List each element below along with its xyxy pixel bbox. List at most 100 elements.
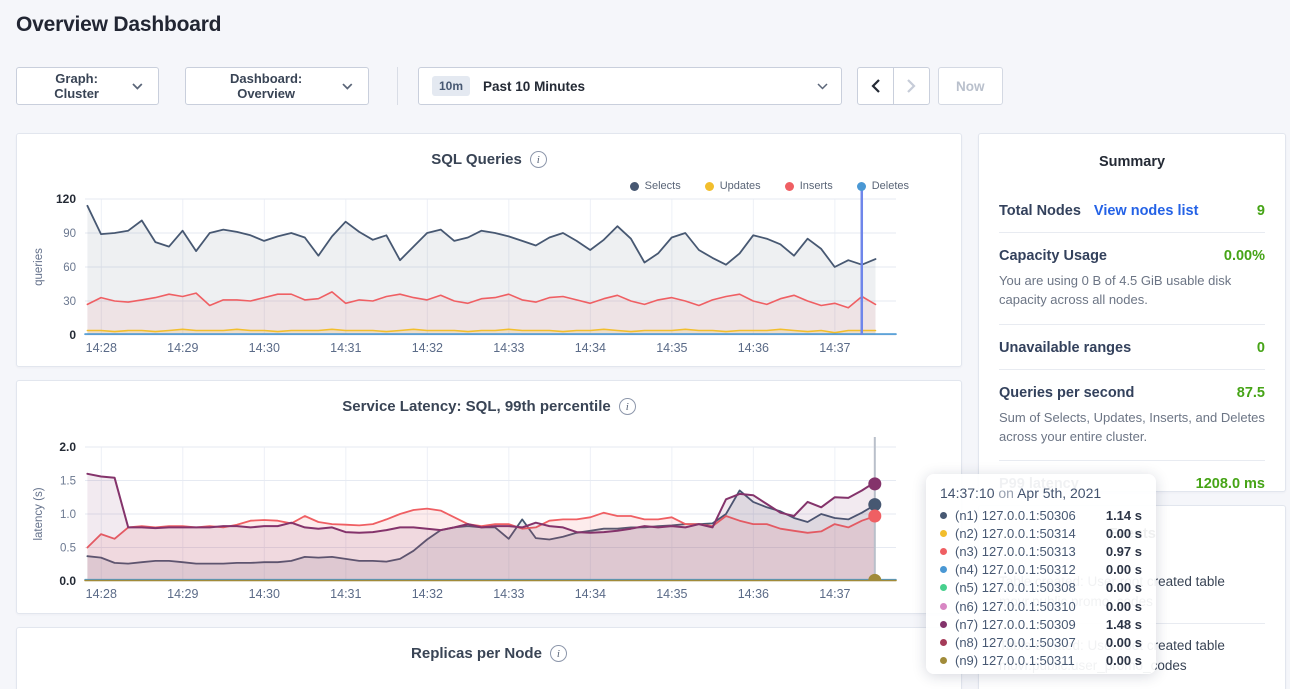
- toolbar-divider: [397, 67, 398, 105]
- svg-text:14:30: 14:30: [249, 587, 280, 601]
- info-icon[interactable]: i: [619, 398, 636, 415]
- toolbar: Graph: Cluster Dashboard: Overview 10m P…: [16, 67, 1003, 105]
- node-address: (n4) 127.0.0.1:50312: [955, 562, 1076, 577]
- node-address: (n6) 127.0.0.1:50310: [955, 599, 1076, 614]
- svg-text:1.0: 1.0: [60, 509, 76, 521]
- series-dot: [940, 621, 947, 628]
- node-latency: 0.00 s: [1106, 653, 1142, 668]
- svg-text:14:32: 14:32: [412, 341, 443, 355]
- tooltip-connector: on: [998, 485, 1014, 501]
- series-dot: [940, 657, 947, 664]
- legend-item: Updates: [705, 180, 761, 192]
- legend-dot: [630, 182, 639, 191]
- svg-text:30: 30: [63, 296, 76, 308]
- tooltip-row: (n4) 127.0.0.1:50312 0.00 s: [940, 561, 1142, 579]
- tooltip-row: (n3) 127.0.0.1:503130.97 s: [940, 542, 1142, 560]
- chart-header: SQL Queries i: [17, 151, 961, 168]
- stat-description: Sum of Selects, Updates, Inserts, and De…: [999, 409, 1265, 461]
- chevron-down-icon: [132, 83, 143, 90]
- stat-label: Capacity Usage: [999, 248, 1107, 264]
- node-address: (n8) 127.0.0.1:50307: [955, 635, 1076, 650]
- summary-row-qps: Queries per second 87.5 Sum of Selects, …: [999, 369, 1265, 461]
- svg-text:0.0: 0.0: [59, 574, 76, 588]
- svg-text:60: 60: [63, 262, 76, 274]
- node-latency: 0.00 s: [1106, 562, 1142, 577]
- series-dot: [940, 584, 947, 591]
- stat-label: Unavailable ranges: [999, 340, 1131, 356]
- legend-item: Deletes: [857, 180, 909, 192]
- stat-value: 87.5: [1237, 385, 1265, 401]
- node-address: (n2) 127.0.0.1:50314: [955, 526, 1076, 541]
- chart-legend: Selects Updates Inserts Deletes: [630, 180, 909, 192]
- chart-title: Service Latency: SQL, 99th percentile: [342, 398, 610, 415]
- node-latency: 0.00 s: [1106, 635, 1142, 650]
- stat-value: 0: [1257, 340, 1265, 356]
- now-button[interactable]: Now: [938, 67, 1003, 105]
- node-address: (n9) 127.0.0.1:50311: [955, 653, 1075, 668]
- view-nodes-list-link[interactable]: View nodes list: [1094, 203, 1199, 219]
- chart-header: Replicas per Node i: [17, 645, 961, 662]
- stat-description: You are using 0 B of 4.5 GiB usable disk…: [999, 272, 1265, 324]
- svg-text:14:32: 14:32: [412, 587, 443, 601]
- stat-value: 0.00%: [1224, 248, 1265, 264]
- node-address: (n5) 127.0.0.1:50308: [955, 580, 1076, 595]
- time-next-button[interactable]: [893, 67, 930, 105]
- replicas-per-node-card: Replicas per Node i: [16, 627, 962, 689]
- svg-text:14:34: 14:34: [575, 587, 606, 601]
- legend-item: Selects: [630, 180, 681, 192]
- service-latency-card: Service Latency: SQL, 99th percentile i …: [16, 380, 962, 614]
- series-dot: [940, 639, 947, 646]
- summary-row-unavailable-ranges: Unavailable ranges 0: [999, 324, 1265, 369]
- svg-text:0.5: 0.5: [60, 543, 76, 555]
- svg-text:14:31: 14:31: [330, 587, 361, 601]
- time-prev-button[interactable]: [857, 67, 894, 105]
- svg-text:14:28: 14:28: [86, 341, 117, 355]
- summary-row-capacity: Capacity Usage 0.00% You are using 0 B o…: [999, 232, 1265, 324]
- tooltip-row: (n9) 127.0.0.1:50311 0.00 s: [940, 652, 1142, 670]
- service-latency-chart[interactable]: 14:2814:2914:3014:3114:3214:3314:3414:35…: [17, 381, 961, 613]
- legend-label: Selects: [645, 180, 681, 192]
- stat-value: 1208.0 ms: [1196, 476, 1265, 492]
- tooltip-row: (n5) 127.0.0.1:503080.00 s: [940, 579, 1142, 597]
- tooltip-row: (n8) 127.0.0.1:50307 0.00 s: [940, 633, 1142, 651]
- tooltip-row: (n1) 127.0.0.1:503061.14 s: [940, 506, 1142, 524]
- svg-text:90: 90: [63, 228, 76, 240]
- legend-label: Inserts: [800, 180, 833, 192]
- graph-dropdown[interactable]: Graph: Cluster: [16, 67, 159, 105]
- time-pager: [857, 67, 930, 105]
- chart-title: SQL Queries: [431, 151, 522, 168]
- graph-dropdown-label: Graph: Cluster: [32, 71, 121, 101]
- dashboard-dropdown[interactable]: Dashboard: Overview: [185, 67, 369, 105]
- time-range-selector[interactable]: 10m Past 10 Minutes: [418, 67, 842, 105]
- series-dot: [940, 566, 947, 573]
- chevron-down-icon: [342, 83, 353, 90]
- svg-text:14:36: 14:36: [738, 587, 769, 601]
- legend-dot: [785, 182, 794, 191]
- svg-text:14:33: 14:33: [493, 341, 524, 355]
- y-axis-label: latency (s): [33, 487, 45, 540]
- summary-panel: Summary Total Nodes View nodes list 9 Ca…: [978, 133, 1286, 492]
- svg-text:120: 120: [56, 192, 76, 206]
- svg-text:14:35: 14:35: [656, 587, 687, 601]
- svg-text:14:29: 14:29: [167, 341, 198, 355]
- svg-text:14:37: 14:37: [819, 587, 850, 601]
- tooltip-row: (n6) 127.0.0.1:503100.00 s: [940, 597, 1142, 615]
- chevron-down-icon: [817, 83, 828, 90]
- legend-item: Inserts: [785, 180, 833, 192]
- info-icon[interactable]: i: [530, 151, 547, 168]
- dashboard-dropdown-label: Dashboard: Overview: [201, 71, 331, 101]
- time-range-label: Past 10 Minutes: [483, 79, 804, 94]
- node-address: (n3) 127.0.0.1:50313: [955, 544, 1076, 559]
- series-dot: [940, 548, 947, 555]
- svg-text:14:37: 14:37: [819, 341, 850, 355]
- legend-dot: [705, 182, 714, 191]
- chart-tooltip: 14:37:10 on Apr 5th, 2021 (n1) 127.0.0.1…: [926, 474, 1156, 674]
- legend-dot: [857, 182, 866, 191]
- chevron-right-icon: [907, 79, 916, 93]
- sql-queries-chart[interactable]: 14:2814:2914:3014:3114:3214:3314:3414:35…: [17, 134, 961, 366]
- chart-header: Service Latency: SQL, 99th percentile i: [17, 398, 961, 415]
- svg-text:14:33: 14:33: [493, 587, 524, 601]
- info-icon[interactable]: i: [550, 645, 567, 662]
- node-latency: 1.14 s: [1106, 508, 1142, 523]
- legend-label: Deletes: [872, 180, 909, 192]
